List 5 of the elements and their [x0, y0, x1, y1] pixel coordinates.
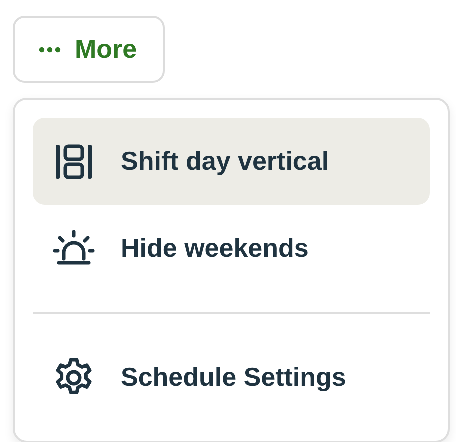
menu-item[interactable]: Shift day vertical [33, 118, 430, 205]
more-button[interactable]: More [13, 16, 166, 83]
menu-item[interactable]: Schedule Settings [33, 334, 430, 421]
more-icon [39, 46, 61, 52]
menu-item[interactable]: Hide weekends [33, 205, 430, 292]
